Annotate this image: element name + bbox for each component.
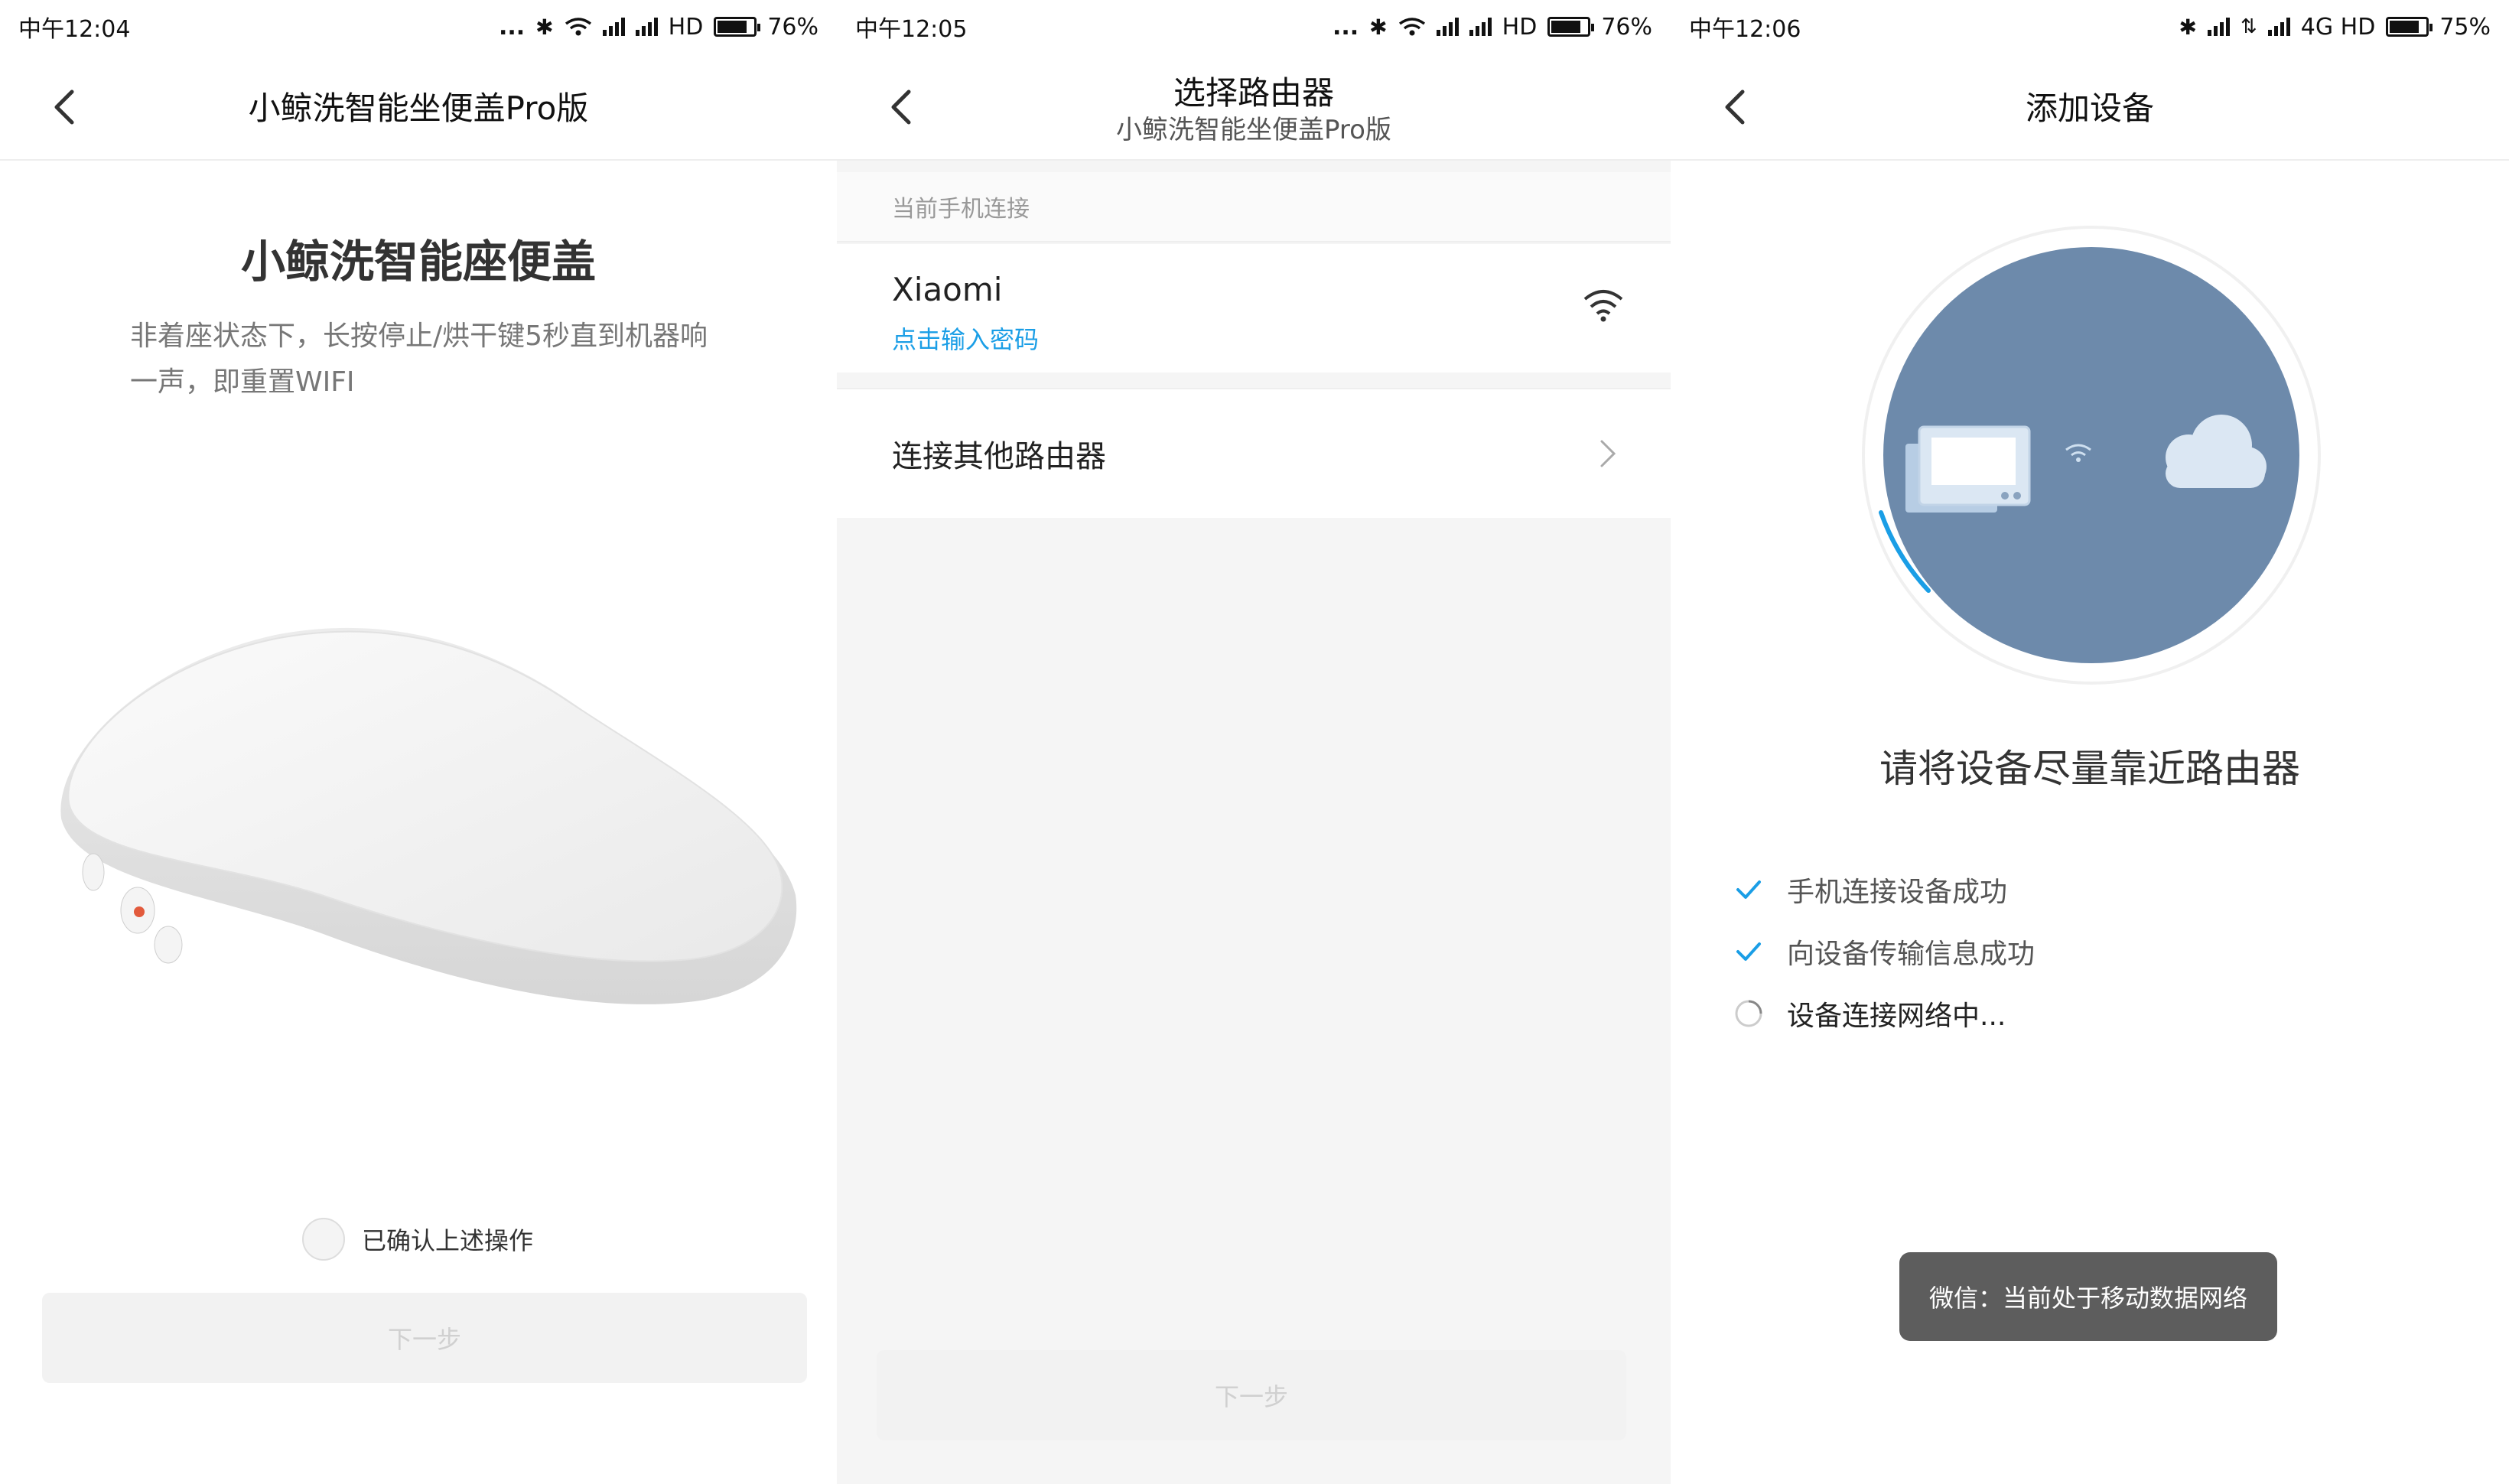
signal-icon bbox=[2207, 18, 2230, 36]
page-subtitle: 小鲸洗智能坐便盖Pro版 bbox=[1116, 115, 1391, 145]
screen-device-reset: 中午12:04 ... ✱ HD 76% 小鲸洗智能坐便盖Pro版 小鲸洗智能座… bbox=[0, 0, 837, 1484]
status-time: 中午12:06 bbox=[1689, 16, 1801, 43]
product-heading: 小鲸洗智能座便盖 bbox=[240, 236, 596, 288]
check-icon bbox=[1736, 942, 1761, 961]
battery-percent: 75% bbox=[2439, 13, 2491, 41]
confirm-radio[interactable] bbox=[302, 1218, 345, 1261]
status-bar: 中午12:06 ✱ ⇅ 4G HD 75% bbox=[1671, 0, 2509, 54]
wifi-icon bbox=[1583, 290, 1623, 322]
page-title: 选择路由器 bbox=[1173, 74, 1334, 112]
chevron-right-icon bbox=[1600, 440, 1616, 467]
signal-icon bbox=[1469, 18, 1492, 36]
wifi-icon bbox=[1398, 18, 1425, 36]
connection-progress-graphic bbox=[1862, 226, 2321, 685]
connect-other-router-row[interactable]: 连接其他路由器 bbox=[837, 388, 1671, 518]
toast-message: 微信：当前处于移动数据网络 bbox=[1899, 1252, 2277, 1341]
enter-password-link[interactable]: 点击输入密码 bbox=[892, 321, 1039, 356]
network-type: HD bbox=[668, 13, 704, 41]
confirm-checkbox-row[interactable]: 已确认上述操作 bbox=[302, 1218, 533, 1261]
nav-bar: 小鲸洗智能坐便盖Pro版 bbox=[0, 54, 837, 161]
reset-instructions: 非着座状态下，长按停止/烘干键5秒直到机器响一声，即重置WIFI bbox=[130, 321, 708, 398]
network-type: HD bbox=[1502, 13, 1538, 41]
battery-percent: 76% bbox=[767, 13, 818, 41]
bluetooth-icon: ✱ bbox=[1369, 14, 1388, 40]
more-dots-icon: ... bbox=[498, 13, 526, 41]
next-button[interactable]: 下一步 bbox=[877, 1350, 1626, 1440]
battery-icon bbox=[714, 17, 761, 37]
step-label: 设备连接网络中... bbox=[1787, 1001, 2006, 1032]
device-icon bbox=[1905, 425, 2031, 513]
current-connection-label: 当前手机连接 bbox=[837, 172, 1671, 242]
status-time: 中午12:04 bbox=[18, 16, 131, 43]
network-type: 4G HD bbox=[2300, 13, 2376, 41]
battery-icon bbox=[2386, 17, 2433, 37]
empty-area bbox=[837, 518, 1671, 1461]
spinner-icon bbox=[1735, 1000, 1762, 1027]
step-item: 设备连接网络中... bbox=[1733, 994, 2006, 1033]
instruction-message: 请将设备尽量靠近路由器 bbox=[1879, 747, 2300, 791]
check-icon bbox=[1736, 880, 1761, 899]
connect-other-router-label: 连接其他路由器 bbox=[892, 439, 1106, 474]
screen-select-router: 中午12:05 ... ✱ HD 76% 选择路由器 小鲸洗智能坐便盖Pro版 … bbox=[837, 0, 1671, 1484]
bluetooth-icon: ✱ bbox=[2179, 14, 2197, 40]
nav-bar: 添加设备 bbox=[1671, 54, 2509, 161]
page-title: 添加设备 bbox=[2025, 89, 2154, 127]
signal-icon bbox=[602, 18, 625, 36]
step-label: 向设备传输信息成功 bbox=[1787, 939, 2036, 970]
wifi-icon bbox=[565, 18, 591, 36]
status-time: 中午12:05 bbox=[855, 16, 968, 43]
more-dots-icon: ... bbox=[1332, 13, 1359, 41]
battery-percent: 76% bbox=[1601, 13, 1652, 41]
step-item: 手机连接设备成功 bbox=[1733, 870, 2007, 910]
step-label: 手机连接设备成功 bbox=[1787, 877, 2008, 908]
status-bar: 中午12:04 ... ✱ HD 76% bbox=[0, 0, 837, 54]
data-transfer-icon: ⇅ bbox=[2240, 15, 2257, 38]
next-button[interactable]: 下一步 bbox=[42, 1293, 807, 1383]
screen-add-device: 中午12:06 ✱ ⇅ 4G HD 75% 添加设备 请将设备尽量靠近路由器 手… bbox=[1671, 0, 2509, 1484]
current-network-row[interactable]: Xiaomi 点击输入密码 bbox=[837, 244, 1671, 373]
signal-icon bbox=[635, 18, 658, 36]
nav-bar: 选择路由器 小鲸洗智能坐便盖Pro版 bbox=[837, 54, 1671, 161]
signal-icon bbox=[1436, 18, 1459, 36]
status-bar: 中午12:05 ... ✱ HD 76% bbox=[837, 0, 1671, 54]
step-item: 向设备传输信息成功 bbox=[1733, 932, 2035, 971]
signal-icon bbox=[2267, 18, 2290, 36]
bluetooth-icon: ✱ bbox=[535, 14, 554, 40]
confirm-label: 已确认上述操作 bbox=[362, 1226, 534, 1255]
toilet-seat-image bbox=[60, 627, 797, 1004]
network-name: Xiaomi bbox=[892, 271, 1003, 308]
page-title: 小鲸洗智能坐便盖Pro版 bbox=[248, 89, 589, 127]
battery-icon bbox=[1547, 17, 1595, 37]
